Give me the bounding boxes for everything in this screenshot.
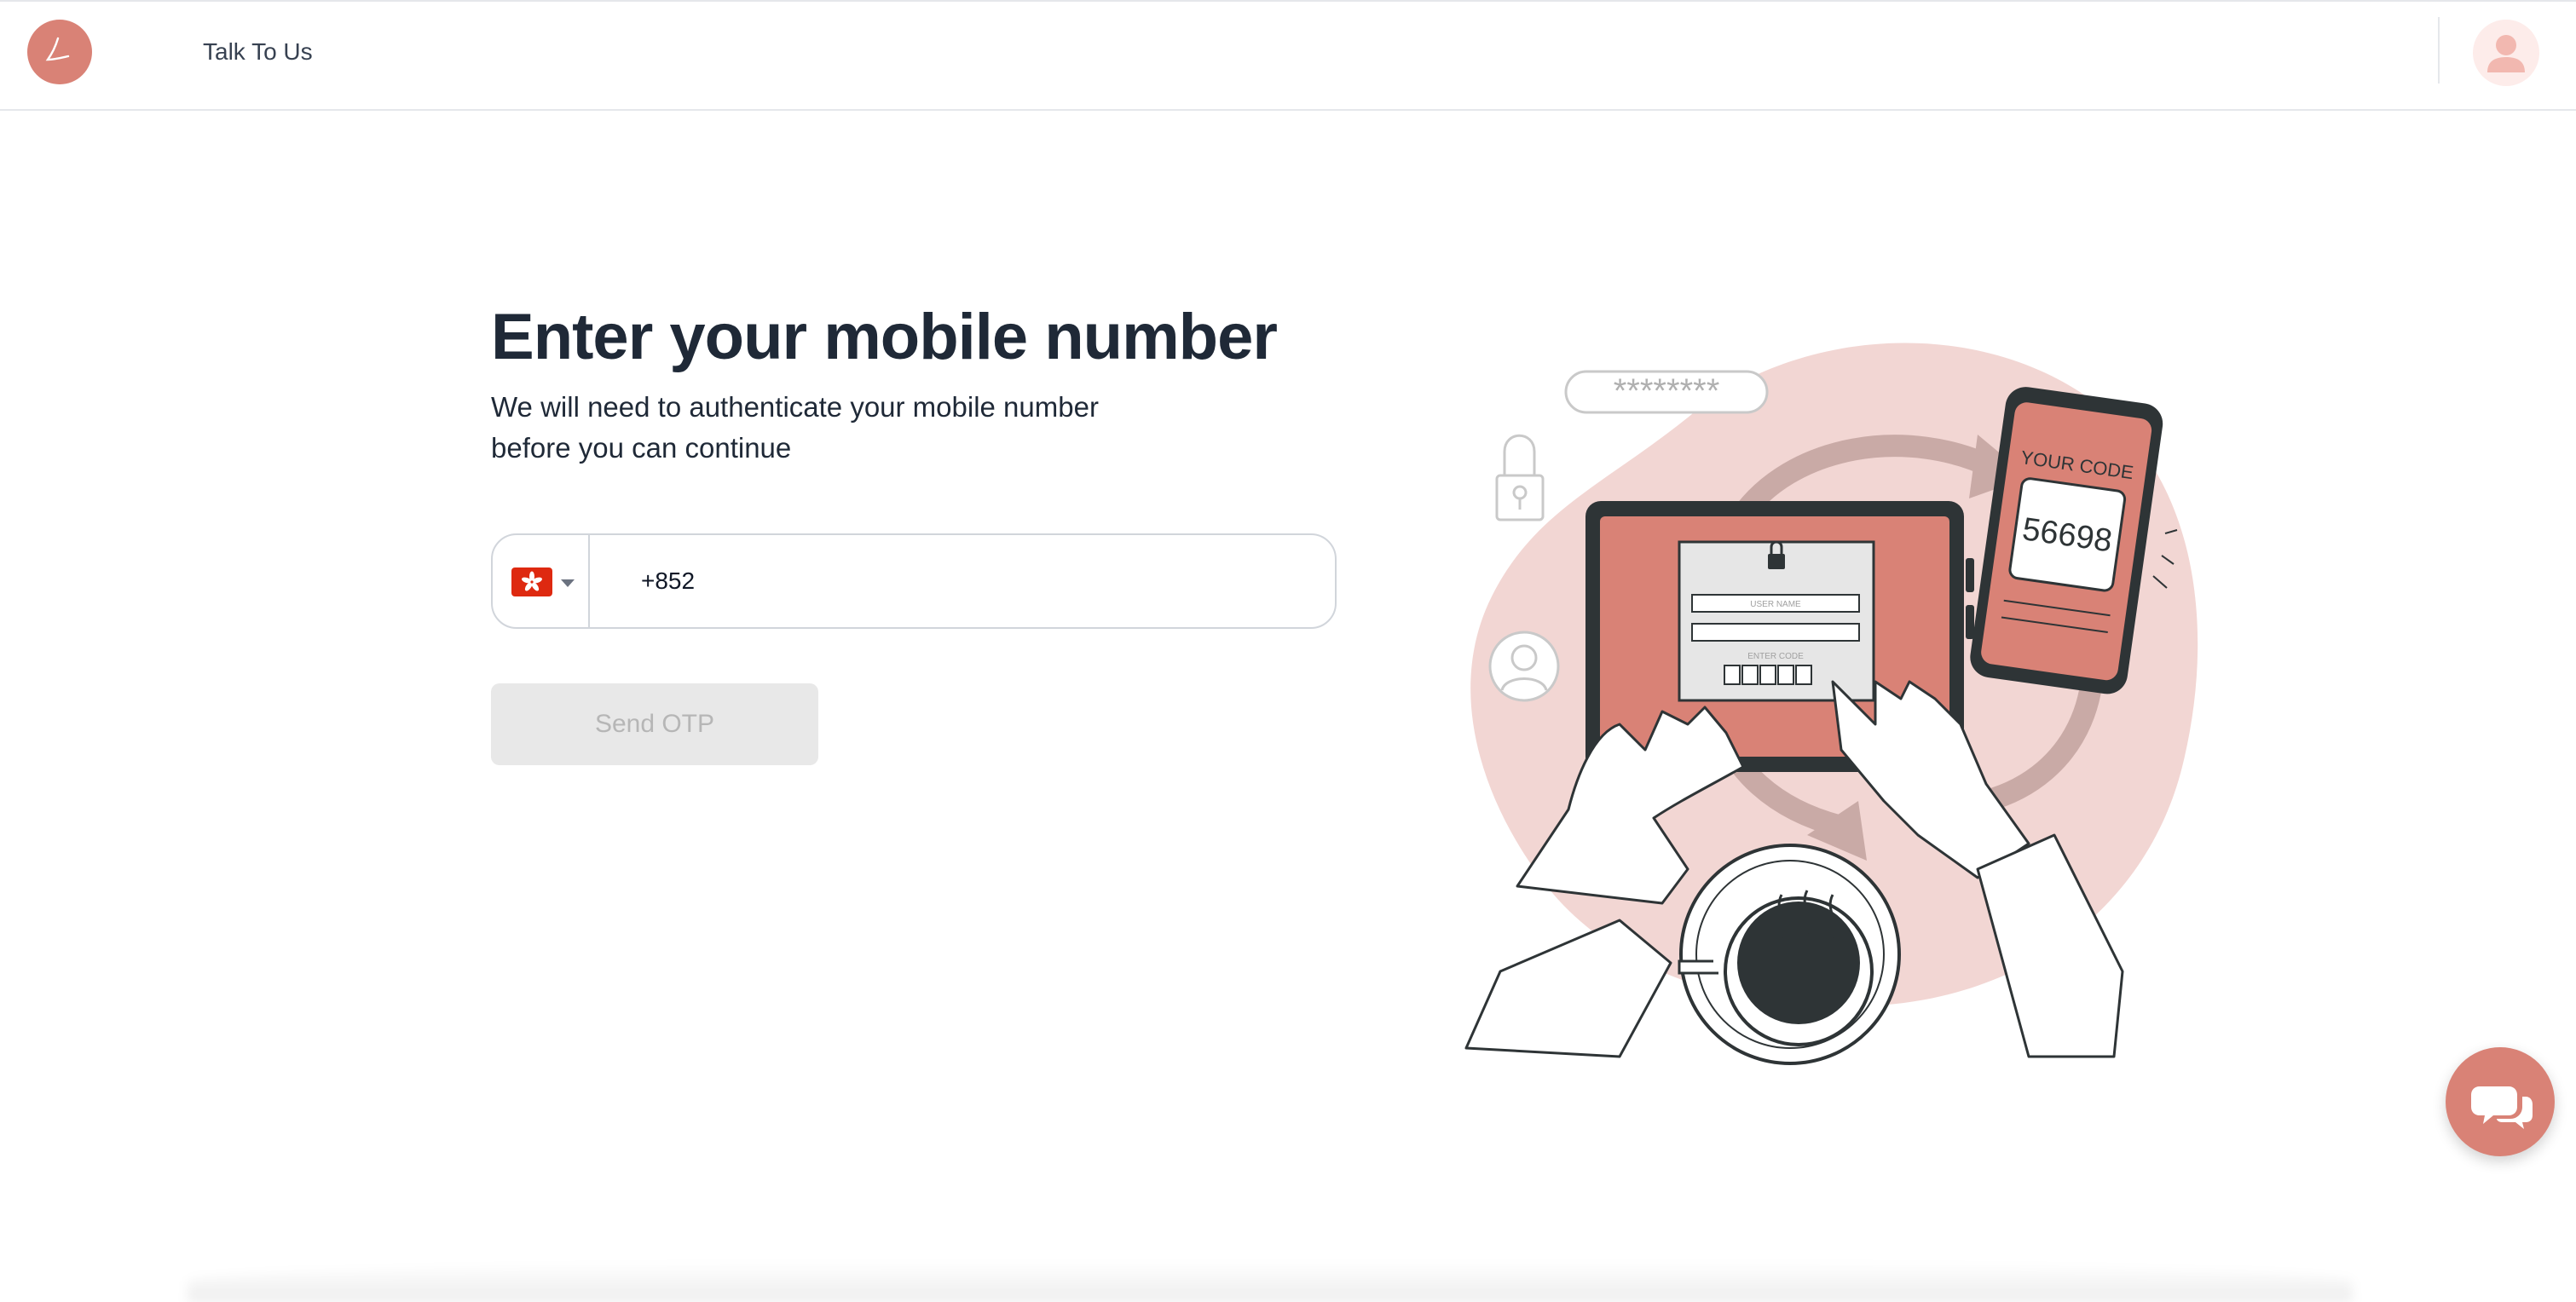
phone-number-field xyxy=(491,533,1337,629)
mobile-auth-form: Enter your mobile number We will need to… xyxy=(491,298,1343,765)
chevron-down-icon xyxy=(561,579,575,587)
user-profile-icon xyxy=(1488,631,1560,702)
authentication-illustration: ******** USER NAME ENTER CODE YOUR CODE … xyxy=(1432,324,2233,1091)
two-factor-illustration: ******** USER NAME ENTER CODE YOUR CODE … xyxy=(1464,343,2198,1065)
logo-mark-icon xyxy=(45,37,70,61)
chat-bubbles-icon xyxy=(2471,1086,2533,1129)
hong-kong-flag-icon xyxy=(511,567,552,596)
page-title: Enter your mobile number xyxy=(491,301,1278,373)
user-avatar-icon xyxy=(2487,35,2525,72)
tablet-username-label: USER NAME xyxy=(1750,600,1801,609)
padlock-icon xyxy=(1495,434,1545,521)
top-navbar: Talk To Us xyxy=(0,0,2576,111)
user-avatar[interactable] xyxy=(2473,20,2539,86)
chat-support-button[interactable] xyxy=(2446,1047,2555,1156)
bottom-shadow xyxy=(188,1261,2353,1302)
phone-number-input[interactable] xyxy=(590,535,1331,627)
tablet-enter-code-label: ENTER CODE xyxy=(1747,652,1804,661)
brand-logo[interactable] xyxy=(27,20,92,84)
send-otp-button[interactable]: Send OTP xyxy=(491,683,818,765)
subtitle-line-2: before you can continue xyxy=(491,432,792,464)
coffee-cup-icon xyxy=(1678,844,1901,1065)
country-code-dropdown[interactable] xyxy=(493,535,590,627)
password-mask: ******** xyxy=(1614,372,1720,410)
header-divider xyxy=(2438,17,2440,84)
page-subtitle: We will need to authenticate your mobile… xyxy=(491,387,1139,469)
nav-talk-to-us[interactable]: Talk To Us xyxy=(203,37,313,66)
subtitle-line-1: We will need to authenticate your mobile… xyxy=(491,391,1099,423)
